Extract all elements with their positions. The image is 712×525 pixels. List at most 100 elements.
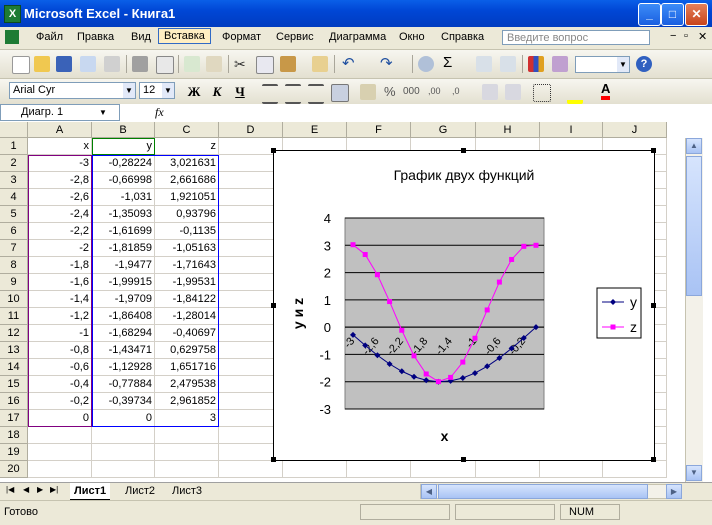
cell-a4[interactable]: -2,6 xyxy=(28,189,92,206)
cell-d20[interactable] xyxy=(219,461,283,478)
sheet-tab-2[interactable]: Лист2 xyxy=(121,483,159,499)
cell-b16[interactable]: -0,39734 xyxy=(92,393,155,410)
merge-center-icon[interactable] xyxy=(331,84,349,102)
row-header-12[interactable]: 12 xyxy=(0,325,28,342)
cell-b7[interactable]: -1,81859 xyxy=(92,240,155,257)
hyperlink-icon[interactable] xyxy=(418,56,434,72)
copy-icon[interactable] xyxy=(256,56,274,74)
cell-c18[interactable] xyxy=(155,427,219,444)
doc-minimize-button[interactable]: − xyxy=(670,30,676,42)
cell-a10[interactable]: -1,4 xyxy=(28,291,92,308)
row-header-4[interactable]: 4 xyxy=(0,189,28,206)
cell-b2[interactable]: -0,28224 xyxy=(92,155,155,172)
chart-resize-handle[interactable] xyxy=(271,457,276,462)
cell-g20[interactable] xyxy=(411,461,476,478)
column-header-i[interactable]: I xyxy=(540,122,603,138)
cell-b3[interactable]: -0,66998 xyxy=(92,172,155,189)
insert-function-icon[interactable]: fx xyxy=(155,105,164,120)
select-all-corner[interactable] xyxy=(0,122,28,138)
borders-icon[interactable] xyxy=(533,84,551,102)
cell-c1[interactable]: z xyxy=(155,138,219,155)
row-header-8[interactable]: 8 xyxy=(0,257,28,274)
cell-a8[interactable]: -1,8 xyxy=(28,257,92,274)
paste-icon[interactable] xyxy=(280,56,296,72)
autosum-icon[interactable]: Σ xyxy=(443,54,459,71)
sheet-tab-3[interactable]: Лист3 xyxy=(168,483,206,499)
row-header-5[interactable]: 5 xyxy=(0,206,28,223)
sort-ascending-icon[interactable] xyxy=(476,56,492,72)
cell-c20[interactable] xyxy=(155,461,219,478)
cell-c6[interactable]: -0,1135 xyxy=(155,223,219,240)
cell-c17[interactable]: 3 xyxy=(155,410,219,427)
menu-help[interactable]: Справка xyxy=(441,31,484,43)
excel-app-icon[interactable]: X xyxy=(4,5,21,23)
column-header-f[interactable]: F xyxy=(347,122,411,138)
cell-a19[interactable] xyxy=(28,444,92,461)
cell-b10[interactable]: -1,9709 xyxy=(92,291,155,308)
cell-c4[interactable]: 1,921051 xyxy=(155,189,219,206)
menu-file[interactable]: Файл xyxy=(36,31,63,43)
cell-b8[interactable]: -1,9477 xyxy=(92,257,155,274)
cell-b5[interactable]: -1,35093 xyxy=(92,206,155,223)
increase-decimal-icon[interactable]: ,00 xyxy=(428,86,441,96)
redo-icon[interactable]: ↷ xyxy=(380,54,396,72)
row-header-1[interactable]: 1 xyxy=(0,138,28,155)
name-box-dropdown-icon[interactable]: ▼ xyxy=(99,105,107,120)
cell-c12[interactable]: -0,40697 xyxy=(155,325,219,342)
open-icon[interactable] xyxy=(34,56,50,72)
chart-resize-handle[interactable] xyxy=(651,148,656,153)
vertical-scrollbar[interactable]: ▲ ▼ xyxy=(685,138,703,482)
doc-restore-button[interactable]: ▫ xyxy=(684,30,688,42)
increase-indent-icon[interactable] xyxy=(505,84,521,100)
column-header-c[interactable]: C xyxy=(155,122,219,138)
cell-a9[interactable]: -1,6 xyxy=(28,274,92,291)
cell-b20[interactable] xyxy=(92,461,155,478)
cell-a2[interactable]: -3 xyxy=(28,155,92,172)
help-icon[interactable]: ? xyxy=(636,56,652,72)
menu-insert[interactable]: Вставка xyxy=(158,28,211,44)
chart-resize-handle[interactable] xyxy=(461,457,466,462)
name-box[interactable]: Диагр. 1 ▼ xyxy=(0,104,120,121)
cell-c9[interactable]: -1,99531 xyxy=(155,274,219,291)
sheet-tab-1[interactable]: Лист1 xyxy=(70,483,111,501)
menu-edit[interactable]: Правка xyxy=(77,31,114,43)
row-header-20[interactable]: 20 xyxy=(0,461,28,478)
cell-c8[interactable]: -1,71643 xyxy=(155,257,219,274)
cell-a6[interactable]: -2,2 xyxy=(28,223,92,240)
cell-c14[interactable]: 1,651716 xyxy=(155,359,219,376)
cell-b9[interactable]: -1,99915 xyxy=(92,274,155,291)
first-sheet-icon[interactable]: |◀ xyxy=(6,485,14,494)
percent-icon[interactable]: % xyxy=(384,84,396,99)
cell-c5[interactable]: 0,93796 xyxy=(155,206,219,223)
cell-c7[interactable]: -1,05163 xyxy=(155,240,219,257)
cell-a7[interactable]: -2 xyxy=(28,240,92,257)
cell-b4[interactable]: -1,031 xyxy=(92,189,155,206)
column-header-a[interactable]: A xyxy=(28,122,92,138)
cell-a14[interactable]: -0,6 xyxy=(28,359,92,376)
cell-b18[interactable] xyxy=(92,427,155,444)
cell-h20[interactable] xyxy=(476,461,540,478)
scroll-left-button[interactable]: ◀ xyxy=(421,484,437,499)
print-icon[interactable] xyxy=(132,56,148,72)
email-icon[interactable] xyxy=(104,56,120,72)
align-left-icon[interactable] xyxy=(262,84,278,104)
column-header-g[interactable]: G xyxy=(411,122,476,138)
last-sheet-icon[interactable]: ▶| xyxy=(50,485,58,494)
cell-b15[interactable]: -0,77884 xyxy=(92,376,155,393)
help-question-input[interactable]: Введите вопрос xyxy=(502,30,650,45)
cell-a5[interactable]: -2,4 xyxy=(28,206,92,223)
row-header-3[interactable]: 3 xyxy=(0,172,28,189)
currency-icon[interactable] xyxy=(360,84,376,100)
cell-c3[interactable]: 2,661686 xyxy=(155,172,219,189)
formula-input[interactable] xyxy=(170,105,710,121)
column-header-h[interactable]: H xyxy=(476,122,540,138)
decrease-decimal-icon[interactable]: ,0 xyxy=(452,86,460,96)
row-header-2[interactable]: 2 xyxy=(0,155,28,172)
research-icon[interactable] xyxy=(206,56,222,72)
cell-a17[interactable]: 0 xyxy=(28,410,92,427)
row-header-19[interactable]: 19 xyxy=(0,444,28,461)
permission-icon[interactable] xyxy=(80,56,96,72)
workbook-icon[interactable] xyxy=(5,30,19,44)
cell-c13[interactable]: 0,629758 xyxy=(155,342,219,359)
menu-tools[interactable]: Сервис xyxy=(276,31,314,43)
